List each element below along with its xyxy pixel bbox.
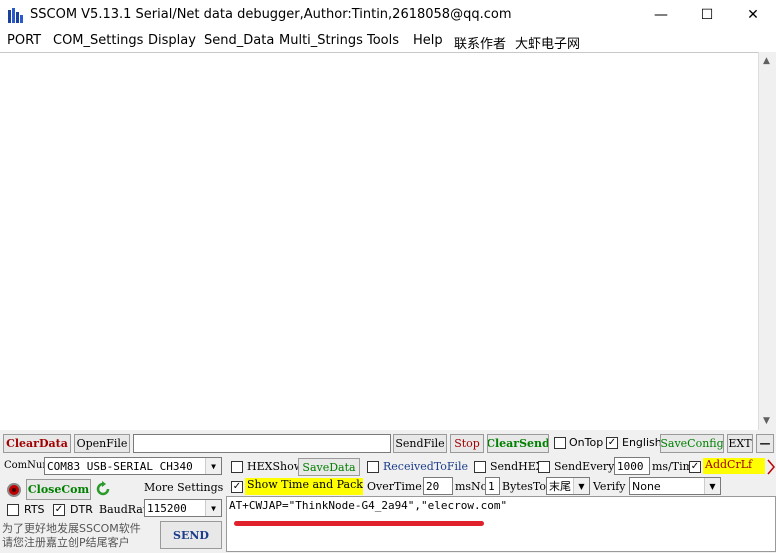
baud-rate-value: 115200 [147, 501, 187, 515]
menu-multi-strings[interactable]: Multi_Strings [279, 33, 363, 48]
bytes-to-value: 末尾 [549, 480, 571, 493]
close-icon: ✕ [747, 7, 759, 23]
bytes-to-select[interactable]: 末尾 ▼ [546, 477, 590, 495]
menu-help[interactable]: Help [413, 33, 443, 48]
hex-show-label: HEXShow [247, 460, 304, 473]
more-settings-label[interactable]: More Settings [144, 481, 223, 494]
send-every-checkbox[interactable] [538, 461, 550, 473]
add-crlf-checkbox[interactable]: ✓ [689, 461, 701, 473]
close-button[interactable]: ✕ [730, 0, 776, 30]
show-time-label: Show Time and Packe [245, 478, 363, 495]
chevron-down-icon: ▼ [573, 478, 589, 494]
drag-handle-icon[interactable] [767, 459, 775, 475]
minimize-button[interactable]: — [638, 0, 684, 30]
promo-line-2: 请您注册嘉立创P结尾客户 [2, 536, 130, 549]
receive-scrollbar[interactable]: ▲ ▼ [758, 52, 776, 430]
promo-text: 为了更好地发展SSCOM软件 请您注册嘉立创P结尾客户 [2, 522, 141, 550]
send-text-value: AT+CWJAP="ThinkNode-G4_2a94","elecrow.co… [229, 499, 508, 512]
ontop-checkbox[interactable] [554, 437, 566, 449]
save-config-button[interactable]: SaveConfig [660, 434, 724, 453]
clear-data-button[interactable]: ClearData [3, 434, 71, 453]
english-checkbox[interactable]: ✓ [606, 437, 618, 449]
menu-send-data[interactable]: Send_Data [204, 33, 274, 48]
menu-display[interactable]: Display [148, 33, 196, 48]
send-every-input[interactable]: 1000 [614, 457, 650, 475]
port-status-icon [6, 482, 22, 498]
ms-tim-label: ms/Tim [652, 460, 694, 473]
scroll-up-icon[interactable]: ▲ [763, 56, 770, 66]
send-hex-label: SendHEX [490, 460, 544, 473]
send-button[interactable]: SEND [160, 521, 222, 549]
clear-send-button[interactable]: ClearSend [487, 434, 549, 453]
send-every-label: SendEvery: [554, 460, 619, 473]
promo-line-1: 为了更好地发展SSCOM软件 [2, 522, 141, 535]
ext-button[interactable]: EXT [727, 434, 753, 453]
open-file-button[interactable]: OpenFile [74, 434, 130, 453]
maximize-button[interactable]: ☐ [684, 0, 730, 30]
file-path-input[interactable] [133, 434, 391, 453]
window-title: SSCOM V5.13.1 Serial/Net data debugger,A… [30, 7, 512, 22]
baud-rate-select[interactable]: 115200 ▼ [144, 499, 222, 517]
menu-port[interactable]: PORT [7, 33, 41, 48]
rts-label: RTS [24, 503, 45, 516]
refresh-icon[interactable] [94, 480, 112, 498]
ontop-label: OnTop [569, 436, 604, 449]
chevron-down-icon: ▼ [205, 458, 221, 474]
english-label: English [622, 436, 662, 449]
rts-checkbox[interactable] [7, 504, 19, 516]
ms-label: ms [455, 480, 472, 493]
menu-tools[interactable]: Tools [367, 33, 399, 48]
no-input[interactable]: 1 [485, 477, 500, 495]
over-time-input[interactable]: 20 [423, 477, 453, 495]
over-time-label: OverTime: [367, 480, 426, 493]
received-to-file-checkbox[interactable] [367, 461, 379, 473]
scroll-down-icon[interactable]: ▼ [763, 416, 770, 426]
app-logo-icon [7, 7, 24, 24]
chevron-down-icon: ▼ [704, 478, 720, 494]
show-time-checkbox[interactable]: ✓ [231, 481, 243, 493]
chevron-down-icon: ▼ [205, 500, 221, 516]
com-port-select[interactable]: COM83 USB-SERIAL CH340 ▼ [44, 457, 222, 475]
menu-com-settings[interactable]: COM_Settings [53, 33, 143, 48]
maximize-icon: ☐ [700, 7, 714, 23]
hex-show-checkbox[interactable] [231, 461, 243, 473]
add-crlf-label: AddCrLf [703, 458, 765, 474]
received-to-file-label: ReceivedToFile [383, 460, 469, 473]
menu-contact-author[interactable]: 联系作者 [454, 33, 506, 52]
send-text-area[interactable]: AT+CWJAP="ThinkNode-G4_2a94","elecrow.co… [226, 496, 776, 552]
menu-daxia-site[interactable]: 大虾电子网 [515, 33, 580, 52]
annotation-underline [234, 521, 484, 526]
minimize-icon: — [654, 7, 668, 23]
collapse-button[interactable]: — [756, 434, 774, 453]
verify-select[interactable]: None ▼ [629, 477, 721, 495]
save-data-button[interactable]: SaveData [298, 458, 360, 476]
verify-label: Verify [593, 480, 626, 493]
dtr-checkbox[interactable]: ✓ [53, 504, 65, 516]
send-file-button[interactable]: SendFile [393, 434, 447, 453]
receive-area[interactable] [0, 52, 758, 430]
com-port-value: COM83 USB-SERIAL CH340 [47, 459, 193, 473]
send-hex-checkbox[interactable] [474, 461, 486, 473]
close-com-button[interactable]: CloseCom [26, 479, 91, 500]
dtr-label: DTR [70, 503, 93, 516]
verify-value: None [632, 479, 661, 493]
stop-button[interactable]: Stop [450, 434, 484, 453]
bytes-to-label: BytesTo [502, 480, 546, 493]
baud-rate-label: BaudRat [99, 503, 148, 516]
